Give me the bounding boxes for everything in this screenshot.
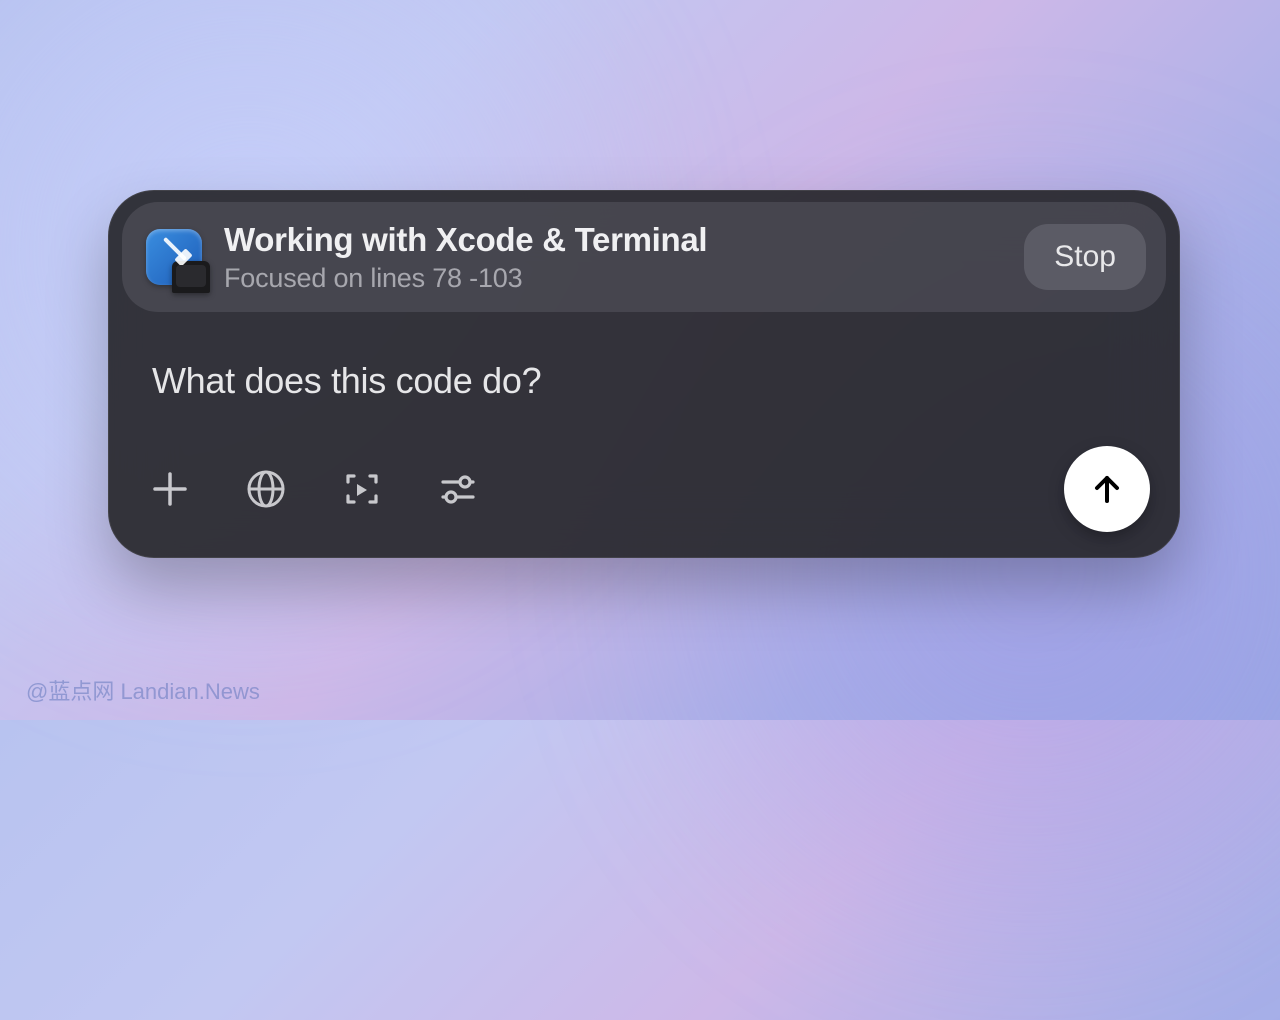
prompt-area[interactable]: What does this code do? (108, 312, 1180, 446)
watermark: @蓝点网 Landian.News (26, 674, 260, 706)
arrow-up-icon (1087, 469, 1127, 509)
submit-button[interactable] (1064, 446, 1150, 532)
stop-button[interactable]: Stop (1024, 224, 1146, 290)
prompt-text: What does this code do? (152, 360, 1136, 402)
plus-icon[interactable] (146, 465, 194, 513)
header-subtitle: Focused on lines 78 -103 (224, 263, 1002, 294)
globe-icon[interactable] (242, 465, 290, 513)
header-title: Working with Xcode & Terminal (224, 221, 1002, 259)
assistant-panel: Working with Xcode & Terminal Focused on… (108, 190, 1180, 558)
capture-icon[interactable] (338, 465, 386, 513)
xcode-terminal-icon (146, 229, 202, 285)
sliders-icon[interactable] (434, 465, 482, 513)
header-text-group: Working with Xcode & Terminal Focused on… (224, 221, 1002, 294)
context-header: Working with Xcode & Terminal Focused on… (122, 202, 1166, 312)
toolbar (108, 446, 1180, 558)
